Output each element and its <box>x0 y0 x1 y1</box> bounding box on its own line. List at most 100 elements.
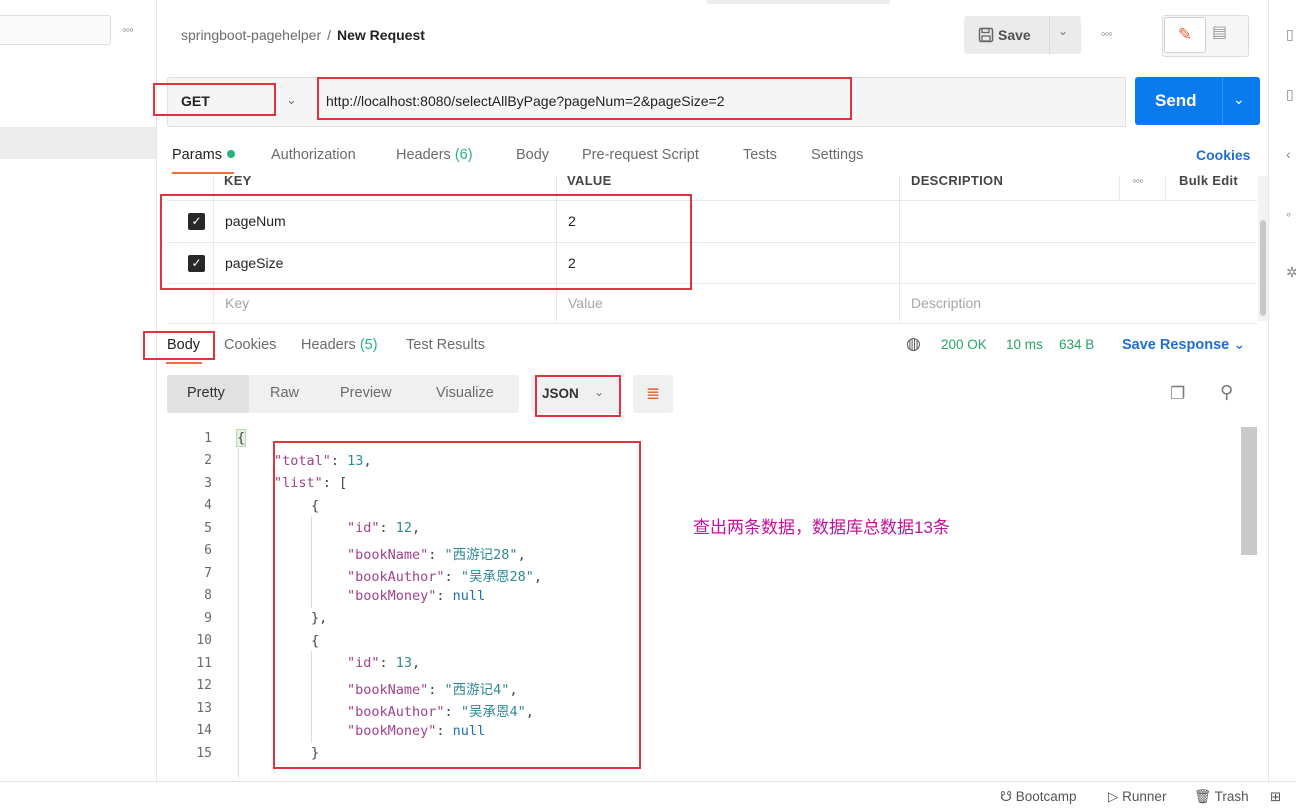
format-preview[interactable]: Preview <box>340 385 392 401</box>
save-divider <box>1049 16 1050 54</box>
response-tab-headers[interactable]: Headers (5) <box>301 337 378 353</box>
line-number: 7 <box>204 566 212 581</box>
chevron-down-icon: ⌄ <box>1233 337 1246 353</box>
code-icon[interactable]: ▯ <box>1286 86 1294 103</box>
wrap-lines-icon[interactable]: ≣ <box>633 375 673 413</box>
comment-icon[interactable]: ▤ <box>1212 22 1227 42</box>
description-placeholder[interactable]: Description <box>911 295 981 311</box>
send-divider <box>1222 77 1223 125</box>
response-tab-cookies[interactable]: Cookies <box>224 337 276 353</box>
response-headers-count: (5) <box>359 337 378 353</box>
line-number: 8 <box>204 588 212 603</box>
highlight-box-method <box>153 83 276 116</box>
tab-strip <box>707 0 890 4</box>
breadcrumb-collection[interactable]: springboot-pagehelper <box>181 27 321 43</box>
document-icon[interactable]: ▯ <box>1286 26 1294 43</box>
save-response-button[interactable]: Save Response ⌄ <box>1122 337 1245 353</box>
status-bar <box>0 781 1296 810</box>
tab-params[interactable]: Params <box>172 147 235 163</box>
table-col-divider <box>1165 176 1166 200</box>
line-number: 1 <box>204 431 212 446</box>
runner-button[interactable]: ▷ Runner <box>1108 789 1166 805</box>
response-size: 634 B <box>1059 337 1095 352</box>
save-button-label: Save <box>978 27 1031 43</box>
column-header-key: KEY <box>224 173 252 188</box>
line-number: 3 <box>204 476 212 491</box>
floppy-icon <box>978 27 994 43</box>
table-col-divider <box>899 176 900 323</box>
method-chevron-down-icon[interactable]: ⌄ <box>286 92 297 108</box>
indent-guide <box>238 448 239 778</box>
copy-icon[interactable]: ❐ <box>1170 384 1185 404</box>
sidebar-selected-item[interactable] <box>0 127 156 159</box>
send-button-label: Send <box>1155 91 1197 110</box>
column-header-value: VALUE <box>567 173 612 188</box>
table-more-icon[interactable]: ◦◦◦ <box>1132 173 1144 188</box>
search-icon[interactable]: ⚲ <box>1220 382 1233 403</box>
format-visualize[interactable]: Visualize <box>436 385 494 401</box>
highlight-box-params <box>160 194 692 290</box>
save-dropdown-icon[interactable]: ⌄ <box>1058 24 1068 38</box>
format-pretty[interactable]: Pretty <box>187 385 225 401</box>
trash-button[interactable]: 🗑 Trash <box>1194 789 1249 805</box>
line-number: 2 <box>204 453 212 468</box>
line-number: 6 <box>204 543 212 558</box>
breadcrumb-request[interactable]: New Request <box>337 27 425 43</box>
column-header-description: DESCRIPTION <box>911 173 1004 188</box>
params-scrollbar[interactable] <box>1258 176 1268 321</box>
tab-prerequest-script[interactable]: Pre-request Script <box>582 147 699 163</box>
line-number: 12 <box>196 678 212 693</box>
cookies-link[interactable]: Cookies <box>1196 147 1250 163</box>
response-tab-test-results[interactable]: Test Results <box>406 337 485 353</box>
globe-icon[interactable]: ◍ <box>906 334 921 354</box>
runner-icon: ▷ <box>1108 789 1119 804</box>
right-rail <box>1268 0 1296 781</box>
tab-settings[interactable]: Settings <box>811 147 863 163</box>
layout-icon[interactable]: ⊞ <box>1270 789 1281 805</box>
breadcrumb-separator: / <box>327 27 331 43</box>
highlight-box-body <box>143 331 215 360</box>
table-col-divider <box>1119 176 1120 200</box>
line-number: 13 <box>196 701 212 716</box>
line-number: 14 <box>196 723 212 738</box>
tab-authorization[interactable]: Authorization <box>271 147 356 163</box>
highlight-box-response <box>273 441 641 769</box>
highlight-box-json <box>535 375 621 417</box>
editor-scrollbar[interactable] <box>1241 427 1257 775</box>
sidebar-more-icon[interactable]: ◦◦◦ <box>122 22 134 37</box>
annotation-text: 查出两条数据，数据库总数据13条 <box>693 518 950 537</box>
format-raw[interactable]: Raw <box>270 385 299 401</box>
trash-icon: 🗑 <box>1194 789 1212 804</box>
line-number: 4 <box>204 498 212 513</box>
chevron-icon[interactable]: ‹ <box>1286 146 1291 162</box>
tab-tests[interactable]: Tests <box>743 147 777 163</box>
line-number: 5 <box>204 521 212 536</box>
send-dropdown-icon[interactable]: ⌄ <box>1233 91 1245 108</box>
tab-body[interactable]: Body <box>516 147 549 163</box>
line-number: 9 <box>204 611 212 626</box>
highlight-box-url <box>317 77 852 120</box>
headers-count: (6) <box>454 147 473 163</box>
line-number: 11 <box>196 656 212 671</box>
edit-pencil-icon[interactable]: ✎ <box>1164 17 1206 53</box>
line-number: 15 <box>196 746 212 761</box>
breadcrumb: springboot-pagehelper / New Request <box>181 27 425 43</box>
sidebar <box>0 0 157 781</box>
tab-headers[interactable]: Headers (6) <box>396 147 473 163</box>
bulk-edit-button[interactable]: Bulk Edit <box>1179 173 1238 188</box>
bootcamp-button[interactable]: ☋ Bootcamp <box>1000 789 1077 805</box>
bootcamp-icon: ☋ <box>1000 789 1012 804</box>
more-options-icon[interactable]: ◦◦◦ <box>1101 26 1113 41</box>
params-active-dot-icon <box>226 150 235 158</box>
table-row-divider <box>167 323 1257 324</box>
status-code: 200 OK <box>941 337 987 352</box>
response-time: 10 ms <box>1006 337 1043 352</box>
response-tab-underline <box>166 362 202 364</box>
key-placeholder[interactable]: Key <box>225 295 249 311</box>
value-placeholder[interactable]: Value <box>568 295 603 311</box>
sidebar-search-input[interactable] <box>0 15 111 45</box>
code-line: { <box>236 429 247 447</box>
gear-icon[interactable]: ✲ <box>1286 264 1296 281</box>
info-icon[interactable]: ◦ <box>1286 206 1291 222</box>
line-number: 10 <box>196 633 212 648</box>
